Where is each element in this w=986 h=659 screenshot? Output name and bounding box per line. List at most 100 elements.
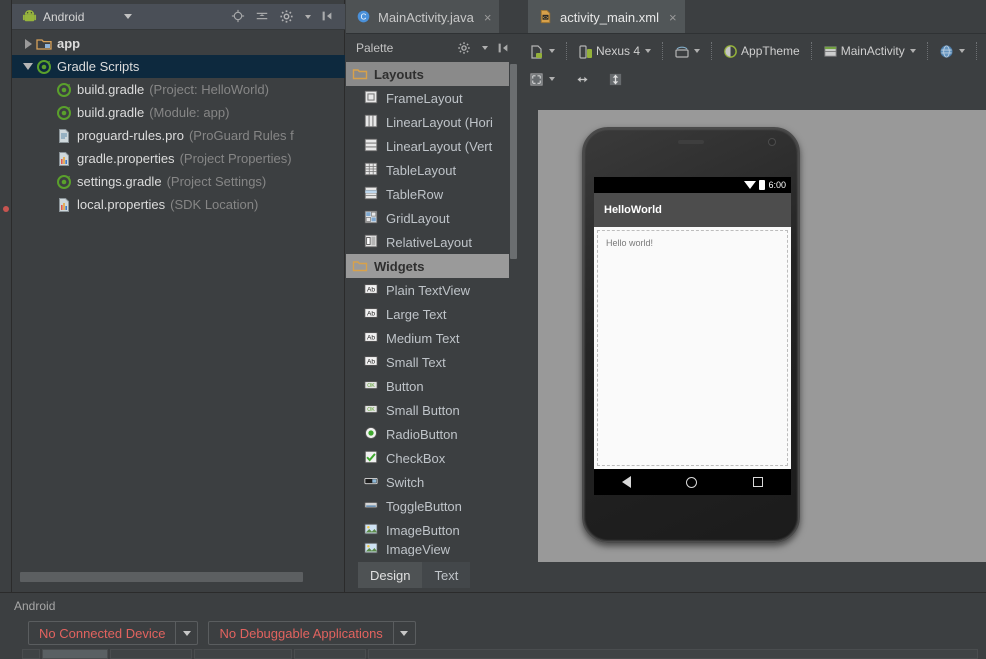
layout-root-container[interactable]: Hello world! — [597, 230, 788, 466]
chevron-down-icon[interactable] — [482, 46, 488, 50]
zoom-fit-height-button[interactable] — [605, 70, 626, 89]
palette-item-switch[interactable]: Switch — [346, 470, 518, 494]
hello-world-textview[interactable]: Hello world! — [606, 238, 653, 248]
scrollbar-thumb[interactable] — [20, 572, 303, 582]
editor-tab-activity-main-xml[interactable]: <> activity_main.xml × — [528, 0, 685, 34]
strip-cell[interactable] — [368, 649, 978, 659]
tab-design[interactable]: Design — [358, 562, 423, 588]
chevron-down-icon[interactable] — [694, 49, 701, 53]
linearlayout-vertical-icon — [364, 138, 380, 154]
palette-item-large-text[interactable]: Ab Large Text — [346, 302, 518, 326]
palette-group-widgets[interactable]: Widgets — [346, 254, 518, 278]
palette-item-relativelayout[interactable]: RelativeLayout — [346, 230, 518, 254]
process-combo[interactable]: No Debuggable Applications — [208, 621, 416, 645]
process-combo-arrow[interactable] — [392, 622, 415, 644]
tree-twisty[interactable] — [20, 38, 36, 49]
tab-text[interactable]: Text — [422, 562, 471, 588]
palette-group-label: Layouts — [374, 66, 424, 82]
svg-text:OK: OK — [367, 407, 375, 413]
palette-item-label: LinearLayout (Hori — [386, 114, 493, 130]
palette-item-imageview[interactable]: ImageView — [346, 542, 518, 556]
chevron-down-icon[interactable] — [909, 49, 916, 53]
project-header-actions — [231, 9, 345, 24]
zoom-fit-button[interactable] — [526, 70, 558, 89]
theme-selector[interactable]: AppTheme — [720, 42, 803, 61]
chevron-down-icon[interactable] — [645, 49, 652, 53]
palette-item-button[interactable]: OK Button — [346, 374, 518, 398]
back-nav-icon[interactable] — [621, 476, 631, 488]
left-tool-window-bar[interactable]: 1: Project 2: Structure Captures — [0, 0, 12, 592]
scrollbar-thumb[interactable] — [510, 64, 517, 259]
palette-item-togglebutton[interactable]: ToggleButton — [346, 494, 518, 518]
chevron-down-icon[interactable] — [124, 14, 132, 19]
strip-cell[interactable] — [110, 649, 192, 659]
tree-row[interactable]: settings.gradle (Project Settings) — [12, 170, 345, 193]
device-selector[interactable]: Nexus 4 — [575, 42, 654, 61]
strip-cell[interactable] — [194, 649, 292, 659]
layout-preview-canvas[interactable]: 6:00 HelloWorld Hello world! — [538, 110, 986, 562]
gear-dropdown-icon[interactable] — [305, 14, 311, 19]
palette-item-label: GridLayout — [386, 210, 450, 226]
device-combo-arrow[interactable] — [175, 622, 197, 644]
close-icon[interactable]: × — [484, 10, 492, 25]
tree-row[interactable]: local.properties (SDK Location) — [12, 193, 345, 216]
tree-twisty[interactable] — [20, 63, 36, 70]
project-view-selector[interactable]: Android — [12, 4, 142, 30]
tree-row[interactable]: Gradle Scripts — [12, 55, 345, 78]
palette-item-gridlayout[interactable]: GridLayout — [346, 206, 518, 230]
locale-globe-icon — [939, 44, 954, 59]
zoom-fit-width-button[interactable] — [572, 70, 593, 89]
tree-row[interactable]: build.gradle (Project: HelloWorld) — [12, 78, 345, 101]
xml-layout-icon: <> — [538, 9, 554, 25]
palette-item-tablelayout[interactable]: TableLayout — [346, 158, 518, 182]
android-monitor-tab-strip[interactable] — [22, 649, 982, 659]
palette-item-radiobutton[interactable]: RadioButton — [346, 422, 518, 446]
home-nav-icon[interactable] — [686, 476, 698, 488]
strip-cell-active[interactable] — [42, 649, 108, 659]
palette-item-imagebutton[interactable]: ImageButton — [346, 518, 518, 542]
tree-row[interactable]: build.gradle (Module: app) — [12, 101, 345, 124]
android-monitor-panel: Android No Connected Device No Debuggabl… — [0, 593, 986, 659]
palette-group-layouts[interactable]: Layouts — [346, 62, 518, 86]
palette-item-linearlayout-horizontal[interactable]: LinearLayout (Hori — [346, 110, 518, 134]
palette-item-tablerow[interactable]: TableRow — [346, 182, 518, 206]
settings-gear-icon[interactable] — [279, 9, 294, 24]
locale-selector[interactable] — [936, 42, 968, 61]
palette-item-small-text[interactable]: Ab Small Text — [346, 350, 518, 374]
android-studio-window: 1: Project 2: Structure Captures Android — [0, 0, 986, 659]
palette-item-linearlayout-vertical[interactable]: LinearLayout (Vert — [346, 134, 518, 158]
chevron-down-icon[interactable] — [958, 49, 965, 53]
project-tree[interactable]: app Gradle Scripts build.gradle (Project… — [12, 32, 345, 216]
recents-nav-icon[interactable] — [753, 477, 764, 487]
palette-item-checkbox[interactable]: CheckBox — [346, 446, 518, 470]
editor-tab-mainactivity-java[interactable]: C MainActivity.java × — [346, 0, 500, 34]
tree-row[interactable]: app — [12, 32, 345, 55]
tree-row[interactable]: proguard-rules.pro (ProGuard Rules f — [12, 124, 345, 147]
project-horizontal-scrollbar[interactable] — [20, 572, 338, 582]
tree-row[interactable]: gradle.properties (Project Properties) — [12, 147, 345, 170]
settings-gear-icon[interactable] — [457, 41, 472, 56]
orientation-selector[interactable] — [671, 42, 703, 61]
linearlayout-horizontal-icon — [364, 114, 380, 130]
device-screen[interactable]: 6:00 HelloWorld Hello world! — [594, 177, 791, 495]
close-icon[interactable]: × — [669, 10, 677, 25]
chevron-down-icon[interactable] — [549, 49, 555, 53]
palette-item-plain-textview[interactable]: Ab Plain TextView — [346, 278, 518, 302]
palette-list[interactable]: Layouts FrameLayout LinearLayout (Hori L… — [346, 62, 518, 562]
palette-item-label: LinearLayout (Vert — [386, 138, 493, 154]
chevron-down-icon[interactable] — [549, 77, 555, 81]
svg-text:Ab: Ab — [367, 311, 375, 318]
collapse-all-icon[interactable] — [255, 9, 270, 24]
palette-item-small-button[interactable]: OK Small Button — [346, 398, 518, 422]
palette-item-framelayout[interactable]: FrameLayout — [346, 86, 518, 110]
strip-cell[interactable] — [294, 649, 366, 659]
device-configuration-button[interactable] — [526, 42, 558, 61]
hide-panel-icon[interactable] — [496, 41, 511, 56]
palette-scrollbar[interactable] — [509, 62, 518, 562]
palette-item-medium-text[interactable]: Ab Medium Text — [346, 326, 518, 350]
target-icon[interactable] — [231, 9, 246, 24]
hide-panel-icon[interactable] — [320, 9, 335, 24]
device-combo[interactable]: No Connected Device — [28, 621, 199, 645]
activity-selector[interactable]: MainActivity — [820, 42, 919, 61]
tree-label: build.gradle — [77, 105, 145, 120]
